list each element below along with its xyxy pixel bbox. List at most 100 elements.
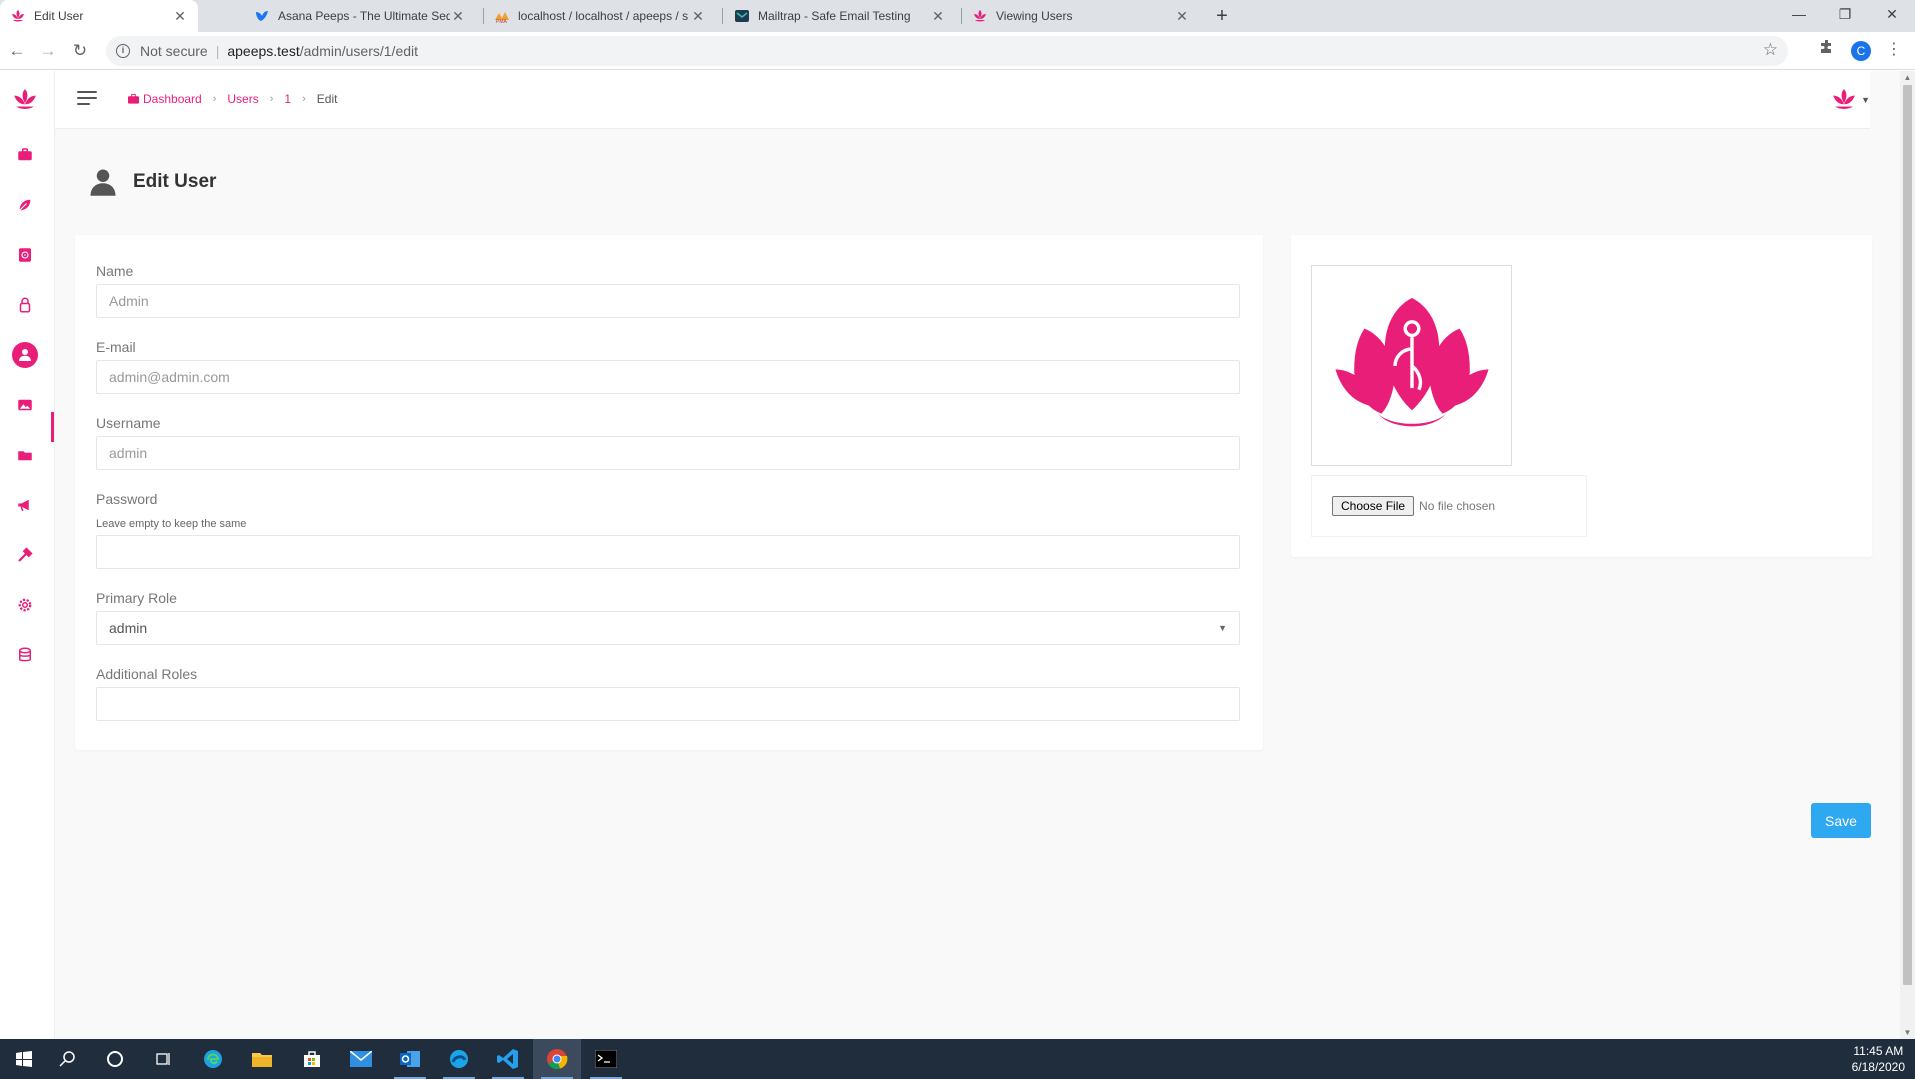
taskbar-vscode[interactable] [484,1039,532,1079]
close-window-button[interactable]: ✕ [1869,0,1915,32]
url-path: /admin/users/1/edit [299,43,419,59]
taskbar-edge-dev[interactable] [435,1039,483,1079]
windows-taskbar: 11:45 AM 6/18/2020 [0,1039,1915,1079]
profile-avatar[interactable]: C [1851,41,1871,61]
taskbar-mail[interactable] [337,1039,385,1079]
breadcrumb-edit: Edit [316,92,338,106]
search-button[interactable] [44,1039,92,1079]
taskbar-file-explorer[interactable] [238,1039,286,1079]
breadcrumb-user-id[interactable]: 1 [284,92,291,106]
page-header: Edit User [88,167,216,197]
email-input[interactable] [96,360,1240,394]
user-form-panel: Name E-mail Username Password Leave empt… [75,235,1263,750]
close-tab-icon[interactable]: ✕ [172,8,188,25]
additional-roles-input[interactable] [96,687,1240,721]
start-button[interactable] [0,1039,48,1079]
briefcase-icon [128,94,139,104]
username-label: Username [96,415,161,431]
scroll-down-icon[interactable]: ▼ [1900,1028,1915,1037]
sidebar-item-media[interactable] [12,242,38,268]
browser-toolbar: ← → ↻ i Not secure | apeeps.test/admin/u… [0,32,1915,70]
avatar-panel: Choose File No file chosen [1291,235,1872,557]
reload-icon[interactable]: ↻ [68,39,92,63]
page-scrollbar[interactable]: ▲ ▼ [1900,71,1915,1039]
avatar-preview [1311,265,1512,466]
caret-down-icon: ▼ [1861,95,1870,105]
sidebar-item-settings[interactable] [12,592,38,618]
sidebar-item-images[interactable] [12,392,38,418]
taskbar-store[interactable] [288,1039,336,1079]
close-tab-icon[interactable]: ✕ [450,8,466,25]
briefcase-icon [18,148,32,161]
taskbar-terminal[interactable] [582,1039,630,1079]
close-tab-icon[interactable]: ✕ [1174,8,1190,25]
password-input[interactable] [96,535,1240,569]
caret-down-icon: ▼ [1218,623,1227,633]
sidebar-item-database[interactable] [12,642,38,668]
name-input[interactable] [96,284,1240,318]
tools-icon [18,547,33,562]
breadcrumb-label: Dashboard [143,92,202,106]
minimize-button[interactable]: — [1776,0,1822,32]
taskbar-chrome[interactable] [533,1039,581,1079]
username-input[interactable] [96,436,1240,470]
lotus-icon [974,10,986,22]
file-status: No file chosen [1419,499,1496,513]
info-icon[interactable]: i [116,44,130,58]
sidebar-item-security[interactable] [12,292,38,318]
avatar-file-input[interactable]: Choose File No file chosen [1311,475,1587,537]
breadcrumb-dashboard[interactable]: Dashboard [128,92,202,106]
task-view-button[interactable] [139,1039,187,1079]
back-arrow-icon[interactable]: ← [5,39,29,63]
address-bar[interactable]: i Not secure | apeeps.test/admin/users/1… [106,36,1788,66]
breadcrumb-users[interactable]: Users [227,92,258,106]
close-tab-icon[interactable]: ✕ [930,8,946,25]
forward-arrow-icon[interactable]: → [36,39,60,63]
user-menu[interactable]: ▼ [1831,87,1870,113]
close-tab-icon[interactable]: ✕ [690,8,706,25]
system-clock[interactable]: 11:45 AM 6/18/2020 [1852,1043,1905,1075]
scroll-thumb[interactable] [1903,85,1912,985]
taskbar-edge[interactable] [189,1039,237,1079]
tab-mailtrap[interactable]: Mailtrap - Safe Email Testing ✕ [724,0,956,32]
security-label: Not secure [140,43,208,59]
save-button[interactable]: Save [1811,803,1871,838]
main-content: Dashboard › Users › 1 › Edit ▼ Edit User… [55,71,1900,1039]
taskbar-outlook[interactable] [386,1039,434,1079]
cortana-icon [107,1051,123,1067]
sidebar-item-leaf[interactable] [12,192,38,218]
name-label: Name [96,263,134,279]
tab-edit-user[interactable]: Edit User ✕ [0,0,198,32]
mail-icon [350,1051,372,1067]
bookmark-star-icon[interactable]: ☆ [1763,40,1778,60]
primary-role-value: admin [109,620,148,636]
sidebar-item-users[interactable] [12,342,38,368]
sidebar-logo[interactable] [12,87,38,113]
scroll-up-icon[interactable]: ▲ [1900,73,1915,82]
browser-menu-icon[interactable]: ⋮ [1886,39,1902,59]
new-tab-button[interactable]: + [1210,0,1234,32]
app-sidebar [0,71,55,1039]
extensions-icon[interactable] [1819,39,1835,59]
megaphone-icon [18,499,29,512]
sidebar-item-announcements[interactable] [12,492,38,518]
tab-phpmyadmin[interactable]: PMA localhost / localhost / apeeps / s ✕ [484,0,716,32]
windows-logo-icon [16,1051,32,1067]
sidebar-item-tools[interactable] [12,542,38,568]
restore-button[interactable]: ❐ [1822,0,1868,32]
vscode-icon [497,1049,518,1069]
password-label: Password [96,491,158,507]
sidebar-item-dashboard[interactable] [12,142,38,168]
tab-title: localhost / localhost / apeeps / s [518,9,689,23]
primary-role-select[interactable]: admin ▼ [96,611,1240,645]
tab-asana-peeps[interactable]: Asana Peeps - The Ultimate Sequ ✕ [244,0,476,32]
terminal-icon [595,1050,617,1068]
tab-viewing-users[interactable]: Viewing Users ✕ [962,0,1200,32]
hamburger-menu-icon[interactable] [77,91,97,109]
cortana-button[interactable] [91,1039,139,1079]
breadcrumb-separator: › [269,93,274,105]
choose-file-button[interactable]: Choose File [1332,496,1415,516]
phpmyadmin-icon: PMA [495,12,509,24]
user-icon [90,169,116,196]
sidebar-item-pages[interactable] [12,442,38,468]
